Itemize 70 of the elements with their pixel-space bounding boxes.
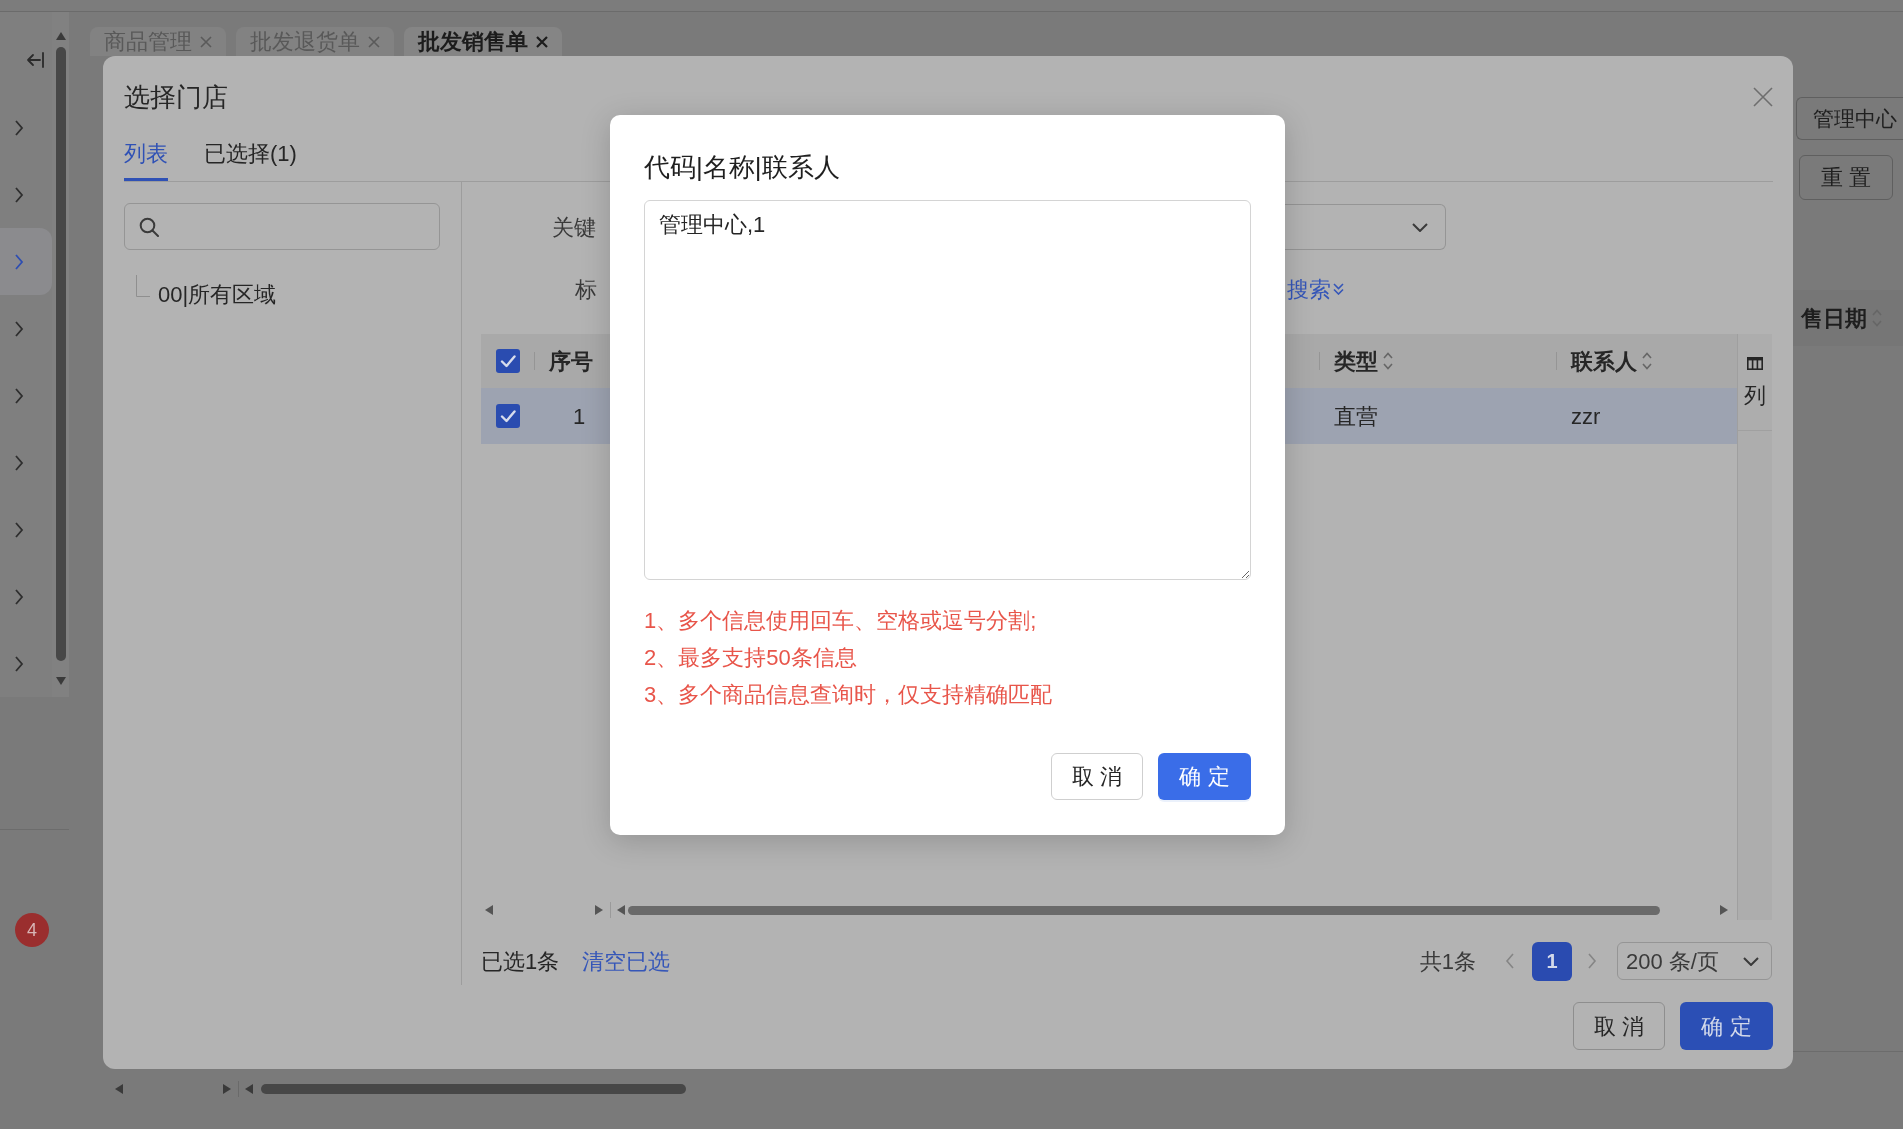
table-cell-text: 直营	[1334, 402, 1378, 431]
dialog-title: 选择门店	[124, 81, 228, 114]
chevron-down-icon[interactable]	[1743, 956, 1759, 966]
chevron-right-icon	[14, 119, 24, 136]
checkbox[interactable]	[495, 349, 520, 373]
triangle-left-icon[interactable]	[115, 1084, 123, 1094]
triangle-right-icon[interactable]	[595, 905, 603, 915]
chevron-right-icon	[14, 387, 24, 404]
search-link[interactable]: 搜索	[1287, 272, 1344, 306]
chevron-left-icon[interactable]	[1505, 953, 1515, 969]
column-header: 售日期	[1801, 304, 1867, 333]
field-label: 标	[575, 276, 597, 302]
cancel-button[interactable]: 取 消	[1051, 753, 1143, 800]
chevron-down-icon[interactable]	[1412, 222, 1428, 232]
total-count: 共1条	[1419, 947, 1476, 976]
table-cell-text: zzr	[1571, 402, 1601, 431]
triangle-up-icon[interactable]	[55, 32, 66, 40]
chevron-right-icon	[14, 186, 24, 203]
columns-icon	[1747, 357, 1763, 370]
chevron-right-icon	[14, 253, 24, 270]
arrow-left-bar-icon[interactable]	[26, 52, 44, 68]
triangle-right-icon[interactable]	[1720, 905, 1728, 915]
field-label: 关键	[552, 214, 596, 240]
confirm-button[interactable]: 确 定	[1680, 1002, 1773, 1050]
chevron-right-icon[interactable]	[1587, 953, 1597, 969]
hint-text: 3、多个商品信息查询时，仅支持精确匹配	[644, 681, 1053, 709]
page-size-select[interactable]: 200 条/页	[1617, 942, 1772, 980]
tab[interactable]: 批发销售单	[404, 27, 562, 56]
triangle-down-icon[interactable]	[55, 677, 66, 685]
triangle-left-icon[interactable]	[245, 1084, 253, 1094]
text-area[interactable]: 管理中心,1	[644, 200, 1251, 580]
double-chevron-down-icon	[1333, 283, 1344, 295]
selection-count: 已选1条	[481, 947, 560, 976]
confirm-button[interactable]: 确 定	[1158, 753, 1251, 800]
select-field[interactable]: 管理中心	[1796, 97, 1903, 140]
close-icon[interactable]	[1753, 87, 1773, 107]
chevron-right-icon	[14, 521, 24, 538]
column-header: 联系人	[1571, 347, 1637, 376]
search-icon	[139, 216, 159, 237]
chevron-right-icon	[14, 655, 24, 672]
sort-icon[interactable]	[1641, 351, 1653, 371]
close-icon[interactable]	[536, 35, 548, 48]
table-cell-text: 1	[572, 402, 586, 431]
scrollbar-thumb[interactable]	[628, 905, 1660, 915]
tab[interactable]: 列表	[124, 138, 168, 181]
scrollbar-thumb[interactable]	[55, 47, 66, 661]
hint-text: 2、最多支持50条信息	[644, 644, 857, 672]
column-header: 类型	[1334, 347, 1378, 376]
search-field[interactable]	[124, 203, 440, 250]
hint-text: 1、多个信息使用回车、空格或逗号分割;	[644, 607, 1037, 635]
notification-badge: 4	[15, 913, 49, 947]
chevron-right-icon	[14, 320, 24, 337]
tree-line-icon	[136, 275, 150, 297]
sort-icon[interactable]	[1382, 351, 1394, 371]
scrollbar-thumb[interactable]	[261, 1084, 686, 1094]
column-header: 序号	[549, 347, 593, 376]
tree-item[interactable]: 00|所有区域	[158, 279, 277, 311]
chevron-right-icon	[14, 454, 24, 471]
page-button[interactable]: 1	[1532, 941, 1572, 981]
reset-button[interactable]: 重 置	[1799, 155, 1893, 200]
cancel-button[interactable]: 取 消	[1573, 1002, 1665, 1050]
clear-selection-link[interactable]: 清空已选	[582, 944, 671, 978]
column-settings-button[interactable]: 列	[1738, 334, 1772, 431]
triangle-left-icon[interactable]	[485, 905, 493, 915]
triangle-right-icon[interactable]	[223, 1084, 231, 1094]
chevron-right-icon	[14, 588, 24, 605]
checkbox[interactable]	[495, 404, 520, 428]
dialog-title: 代码|名称|联系人	[644, 151, 840, 184]
triangle-left-icon[interactable]	[617, 905, 625, 915]
tab[interactable]: 已选择(1)	[204, 138, 297, 181]
